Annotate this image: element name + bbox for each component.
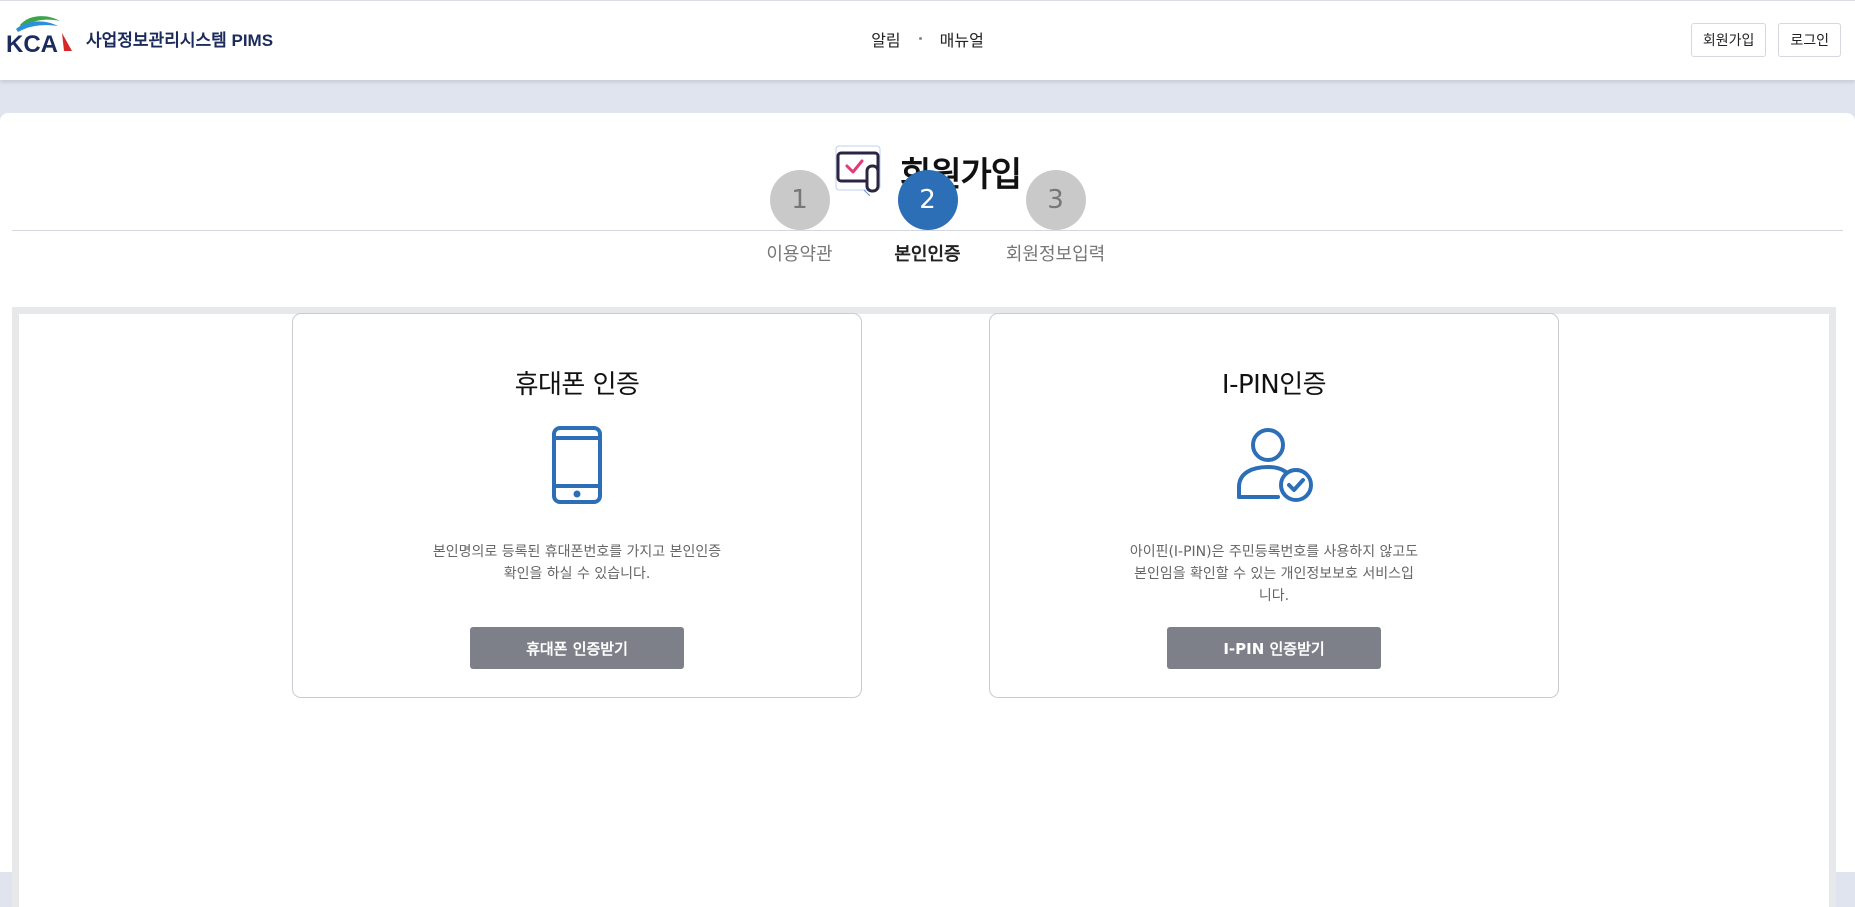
logo-text: 사업정보관리시스템 PIMS: [86, 31, 274, 50]
user-check-icon: [1234, 423, 1314, 507]
phone-verification-card: 휴대폰 인증 본인명의로 등록된 휴대폰번호를 가지고 본인인증 확인을 하실 …: [292, 313, 862, 698]
phone-verify-button[interactable]: 휴대폰 인증받기: [470, 627, 684, 669]
content-frame: [12, 307, 1836, 907]
header-actions: 회원가입 로그인: [1690, 23, 1841, 57]
top-header: KCA 사업정보관리시스템 PIMS 알림 매뉴얼 회원가입 로그인: [0, 0, 1855, 80]
ipin-verify-button[interactable]: I-PIN 인증받기: [1167, 627, 1381, 669]
step-number: 1: [769, 170, 830, 230]
nav-item-notice[interactable]: 알림: [871, 27, 900, 51]
card-title: 휴대폰 인증: [514, 370, 640, 400]
kca-logo-mark: KCA: [6, 11, 78, 58]
svg-text:KCA: KCA: [6, 31, 58, 55]
step-member-info: 3 회원정보입력: [1006, 170, 1105, 270]
step-label: 본인인증: [894, 244, 961, 265]
signup-steps: 1 이용약관 2 본인인증 3 회원정보입력: [0, 170, 1855, 270]
login-button[interactable]: 로그인: [1778, 23, 1841, 57]
nav-item-manual[interactable]: 매뉴얼: [940, 27, 984, 51]
nav-separator: [918, 37, 922, 40]
card-description: 본인명의로 등록된 휴대폰번호를 가지고 본인인증 확인을 하실 수 있습니다.: [432, 544, 722, 582]
site-logo[interactable]: KCA 사업정보관리시스템 PIMS: [6, 11, 274, 58]
step-label: 회원정보입력: [1005, 244, 1106, 265]
smartphone-icon: [551, 423, 603, 507]
main-nav: 알림 매뉴얼: [0, 1, 1855, 76]
card-description: 아이핀(I-PIN)은 주민등록번호를 사용하지 않고도 본인임을 확인할 수 …: [1129, 544, 1419, 604]
step-label: 이용약관: [766, 244, 833, 265]
step-number: 3: [1025, 170, 1086, 230]
card-title: I-PIN인증: [1221, 370, 1327, 400]
ipin-verification-card: I-PIN인증 아이핀(I-PIN)은 주민등록번호를 사용하지 않고도 본인임…: [989, 313, 1559, 698]
step-number: 2: [897, 170, 958, 230]
step-verification: 2 본인인증: [884, 170, 972, 270]
signup-button[interactable]: 회원가입: [1690, 23, 1767, 57]
step-terms: 1 이용약관: [756, 170, 844, 270]
